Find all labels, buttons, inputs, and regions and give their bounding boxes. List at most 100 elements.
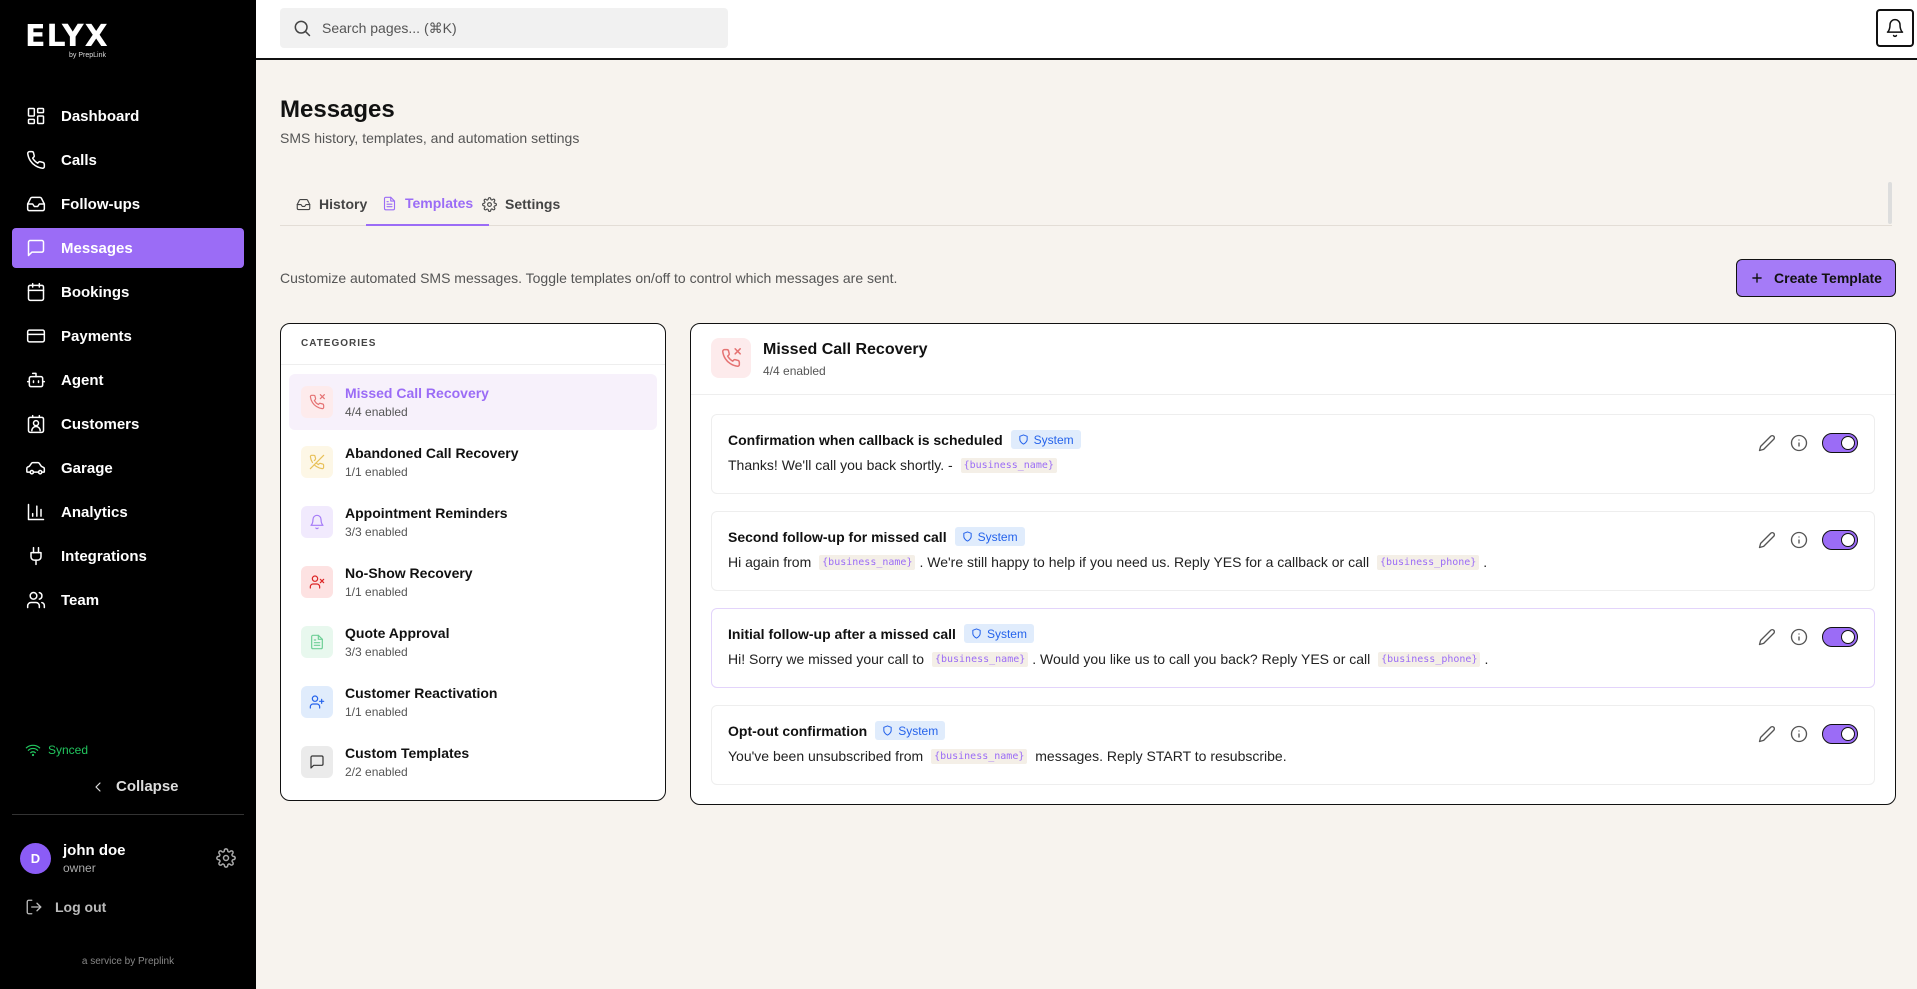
template-variable: {business_name} (931, 651, 1029, 667)
sidebar: ELYX by PrepLink Dashboard Calls Follow-up… (0, 0, 256, 989)
create-template-button[interactable]: Create Template (1736, 259, 1896, 297)
category-glyph (309, 394, 325, 410)
toggle-knob (1841, 435, 1855, 450)
collapse-button[interactable]: Collapse (90, 778, 179, 795)
sidebar-item-agent[interactable]: Agent (12, 360, 244, 400)
search-input[interactable] (322, 20, 702, 36)
phone-missed-icon (711, 338, 751, 378)
template-text: . (1483, 554, 1488, 570)
sidebar-divider (12, 814, 244, 815)
sidebar-item-garage[interactable]: Garage (12, 448, 244, 488)
sync-status: Synced (25, 742, 88, 758)
bell-icon (301, 506, 333, 538)
template-variable: {business_name} (819, 554, 916, 570)
template-toggle[interactable] (1822, 530, 1858, 550)
tab-label: Settings (505, 196, 561, 212)
category-item[interactable]: Abandoned Call Recovery 1/1 enabled (289, 434, 657, 490)
calendar-icon (26, 282, 46, 302)
category-name: Abandoned Call Recovery (345, 445, 519, 461)
template-toggle[interactable] (1822, 724, 1858, 744)
page-subtitle: SMS history, templates, and automation s… (280, 130, 580, 146)
template-card[interactable]: Initial follow-up after a missed call Sys… (711, 608, 1875, 688)
sidebar-item-dashboard[interactable]: Dashboard (12, 96, 244, 136)
pencil-icon[interactable] (1758, 725, 1776, 743)
gear-icon[interactable] (216, 848, 236, 868)
template-actions (1758, 433, 1858, 453)
search-box[interactable] (280, 8, 728, 48)
sidebar-item-label: Analytics (61, 503, 128, 521)
template-card[interactable]: Confirmation when callback is scheduled S… (711, 414, 1875, 494)
inbox-icon (26, 194, 46, 214)
message-square-icon (301, 746, 333, 778)
pencil-icon[interactable] (1758, 531, 1776, 549)
sidebar-item-bookings[interactable]: Bookings (12, 272, 244, 312)
template-variable: {business_name} (931, 748, 1028, 764)
category-item[interactable]: Missed Call Recovery 4/4 enabled (289, 374, 657, 430)
sidebar-item-payments[interactable]: Payments (12, 316, 244, 356)
sidebar-item-analytics[interactable]: Analytics (12, 492, 244, 532)
plus-icon (1750, 271, 1764, 285)
category-count: 1/1 enabled (345, 465, 408, 479)
category-name: Custom Templates (345, 745, 470, 761)
pencil-icon[interactable] (1758, 628, 1776, 646)
info-icon[interactable] (1790, 434, 1808, 452)
category-count: 3/3 enabled (345, 525, 408, 539)
sidebar-item-follow-ups[interactable]: Follow-ups (12, 184, 244, 224)
template-text: Hi! Sorry we missed your call to (728, 651, 928, 667)
template-variable: {business_phone} (1376, 554, 1480, 570)
category-count: 2/2 enabled (345, 765, 408, 779)
sidebar-item-label: Garage (61, 459, 113, 477)
phone-icon (26, 150, 46, 170)
notifications-button[interactable] (1876, 9, 1914, 47)
shield-icon (971, 628, 982, 639)
template-card[interactable]: Opt-out confirmation System You've been un… (711, 705, 1875, 785)
info-icon[interactable] (1790, 531, 1808, 549)
category-item[interactable]: No-Show Recovery 1/1 enabled (289, 554, 657, 610)
file-text-icon (382, 196, 397, 211)
categories-divider (281, 364, 665, 365)
sidebar-item-customers[interactable]: Customers (12, 404, 244, 444)
sidebar-item-label: Payments (61, 327, 132, 345)
pencil-icon[interactable] (1758, 434, 1776, 452)
category-item[interactable]: Appointment Reminders 3/3 enabled (289, 494, 657, 550)
category-item[interactable]: Customer Reactivation 1/1 enabled (289, 674, 657, 730)
template-toggle[interactable] (1822, 433, 1858, 453)
template-text: . (1484, 651, 1489, 667)
gear-icon (482, 196, 497, 212)
category-text: No-Show Recovery 1/1 enabled (345, 565, 473, 599)
sidebar-item-messages[interactable]: Messages (12, 228, 244, 268)
category-count: 1/1 enabled (345, 585, 408, 599)
wifi-icon (25, 742, 41, 758)
tab-label: Templates (405, 195, 474, 211)
template-body: You've been unsubscribed from {business_… (728, 748, 1287, 764)
categories-panel: CATEGORIES Missed Call Recovery 4/4 enabl… (280, 323, 666, 801)
logout-label: Log out (55, 899, 107, 915)
template-text: . We're still happy to help if you need … (919, 554, 1373, 570)
top-bar (256, 0, 1917, 60)
logout-button[interactable]: Log out (25, 898, 106, 916)
template-toggle[interactable] (1822, 627, 1858, 647)
templates-description: Customize automated SMS messages. Toggle… (280, 270, 898, 286)
info-icon[interactable] (1790, 725, 1808, 743)
info-icon[interactable] (1790, 628, 1808, 646)
shield-icon (962, 531, 973, 542)
sidebar-item-integrations[interactable]: Integrations (12, 536, 244, 576)
sidebar-item-team[interactable]: Team (12, 580, 244, 620)
template-title-row: Initial follow-up after a missed call Sys… (728, 624, 1034, 643)
category-glyph (309, 634, 325, 650)
user-profile[interactable]: D john doe owner (20, 842, 126, 875)
avatar: D (20, 843, 51, 874)
category-item[interactable]: Quote Approval 3/3 enabled (289, 614, 657, 670)
logo[interactable]: ELYX by PrepLink (25, 22, 145, 64)
sidebar-item-calls[interactable]: Calls (12, 140, 244, 180)
tab-settings[interactable]: Settings (466, 182, 576, 226)
tab-scrollbar[interactable] (1888, 182, 1892, 224)
category-text: Appointment Reminders 3/3 enabled (345, 505, 508, 539)
plug-icon (26, 546, 46, 566)
template-title-row: Confirmation when callback is scheduled S… (728, 430, 1081, 449)
template-text: Hi again from (728, 554, 816, 570)
category-text: Abandoned Call Recovery 1/1 enabled (345, 445, 519, 479)
logo-text: ELYX (25, 19, 109, 54)
category-item[interactable]: Custom Templates 2/2 enabled (289, 734, 657, 790)
template-card[interactable]: Second follow-up for missed call System Hi… (711, 511, 1875, 591)
